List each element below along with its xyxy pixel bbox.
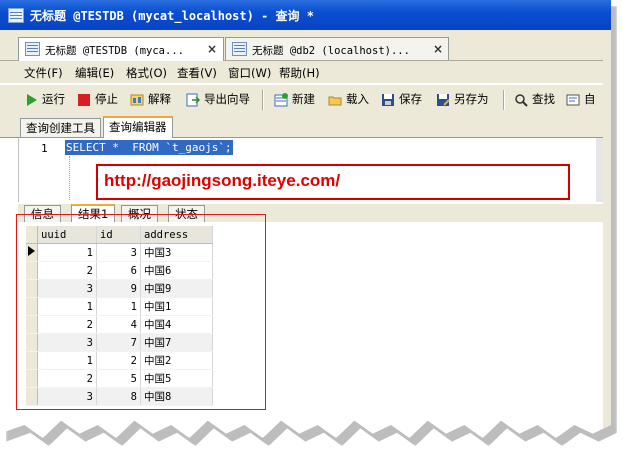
export-icon <box>186 93 201 107</box>
tab-query-builder[interactable]: 查询创建工具 <box>20 118 101 137</box>
doc-tab-testdb[interactable]: 无标题 @TESTDB (myca... × <box>18 37 224 61</box>
result-highlight-frame <box>16 214 266 410</box>
toolbar-separator <box>262 90 264 110</box>
auto-icon <box>566 93 580 107</box>
menu-edit[interactable]: 编辑(E) <box>75 65 114 81</box>
auto-button[interactable]: 自 <box>566 91 596 109</box>
menu-bar: 文件(F) 编辑(E) 格式(O) 查看(V) 窗口(W) 帮助(H) <box>0 61 611 83</box>
close-icon[interactable]: × <box>207 42 217 56</box>
run-button[interactable]: 运行 <box>24 91 65 109</box>
folder-icon <box>328 93 342 107</box>
document-tabs: 无标题 @TESTDB (myca... × 无标题 @db2 (localho… <box>0 30 611 61</box>
line-gutter: 1 <box>19 138 63 202</box>
menu-view[interactable]: 查看(V) <box>177 65 217 81</box>
fold-guide <box>69 156 83 200</box>
find-button[interactable]: 查找 <box>514 91 555 109</box>
toolbar: 运行 停止 解释 导出向导 新建 载入 保存 另存为 查找 自 <box>0 84 611 116</box>
doc-tab-label: 无标题 @db2 (localhost)... <box>252 45 410 57</box>
editor-mode-tabs: 查询创建工具 查询编辑器 <box>0 115 611 139</box>
play-icon <box>24 93 38 107</box>
explain-button[interactable]: 解释 <box>130 91 171 109</box>
tab-query-editor[interactable]: 查询编辑器 <box>103 116 173 139</box>
stop-icon <box>77 93 91 107</box>
save-as-button[interactable]: 另存为 <box>436 91 489 109</box>
save-icon <box>381 93 395 107</box>
search-icon <box>514 93 528 107</box>
line-number: 1 <box>41 142 48 155</box>
save-button[interactable]: 保存 <box>381 91 422 109</box>
explain-icon <box>130 93 144 107</box>
window-title: 无标题 @TESTDB (mycat_localhost) - 查询 * <box>30 9 314 23</box>
new-query-icon <box>274 92 288 107</box>
annotation-url: http://gaojingsong.iteye.com/ <box>104 171 341 190</box>
screenshot-frame: 无标题 @TESTDB (mycat_localhost) - 查询 * 无标题… <box>0 0 611 438</box>
query-icon <box>25 42 40 56</box>
query-window-icon <box>8 8 24 23</box>
new-button[interactable]: 新建 <box>274 91 315 109</box>
menu-help[interactable]: 帮助(H) <box>279 65 320 81</box>
editor-scrollbar[interactable] <box>596 138 603 202</box>
save-as-icon <box>436 93 450 107</box>
menu-format[interactable]: 格式(O) <box>126 65 167 81</box>
annotation-url-box: http://gaojingsong.iteye.com/ <box>96 164 570 200</box>
sql-text[interactable]: SELECT * FROM `t_gaojs`; <box>65 140 233 155</box>
window-right-edge <box>603 60 611 436</box>
doc-tab-db2[interactable]: 无标题 @db2 (localhost)... × <box>225 37 449 60</box>
query-icon <box>232 42 247 56</box>
load-button[interactable]: 载入 <box>328 91 369 109</box>
toolbar-separator <box>503 90 505 110</box>
menu-window[interactable]: 窗口(W) <box>228 65 271 81</box>
doc-tab-label: 无标题 @TESTDB (myca... <box>45 45 184 57</box>
title-bar[interactable]: 无标题 @TESTDB (mycat_localhost) - 查询 * <box>0 0 611 30</box>
export-wizard-button[interactable]: 导出向导 <box>186 91 250 109</box>
close-icon[interactable]: × <box>433 42 443 56</box>
menu-file[interactable]: 文件(F) <box>24 65 63 81</box>
stop-button[interactable]: 停止 <box>77 91 118 109</box>
